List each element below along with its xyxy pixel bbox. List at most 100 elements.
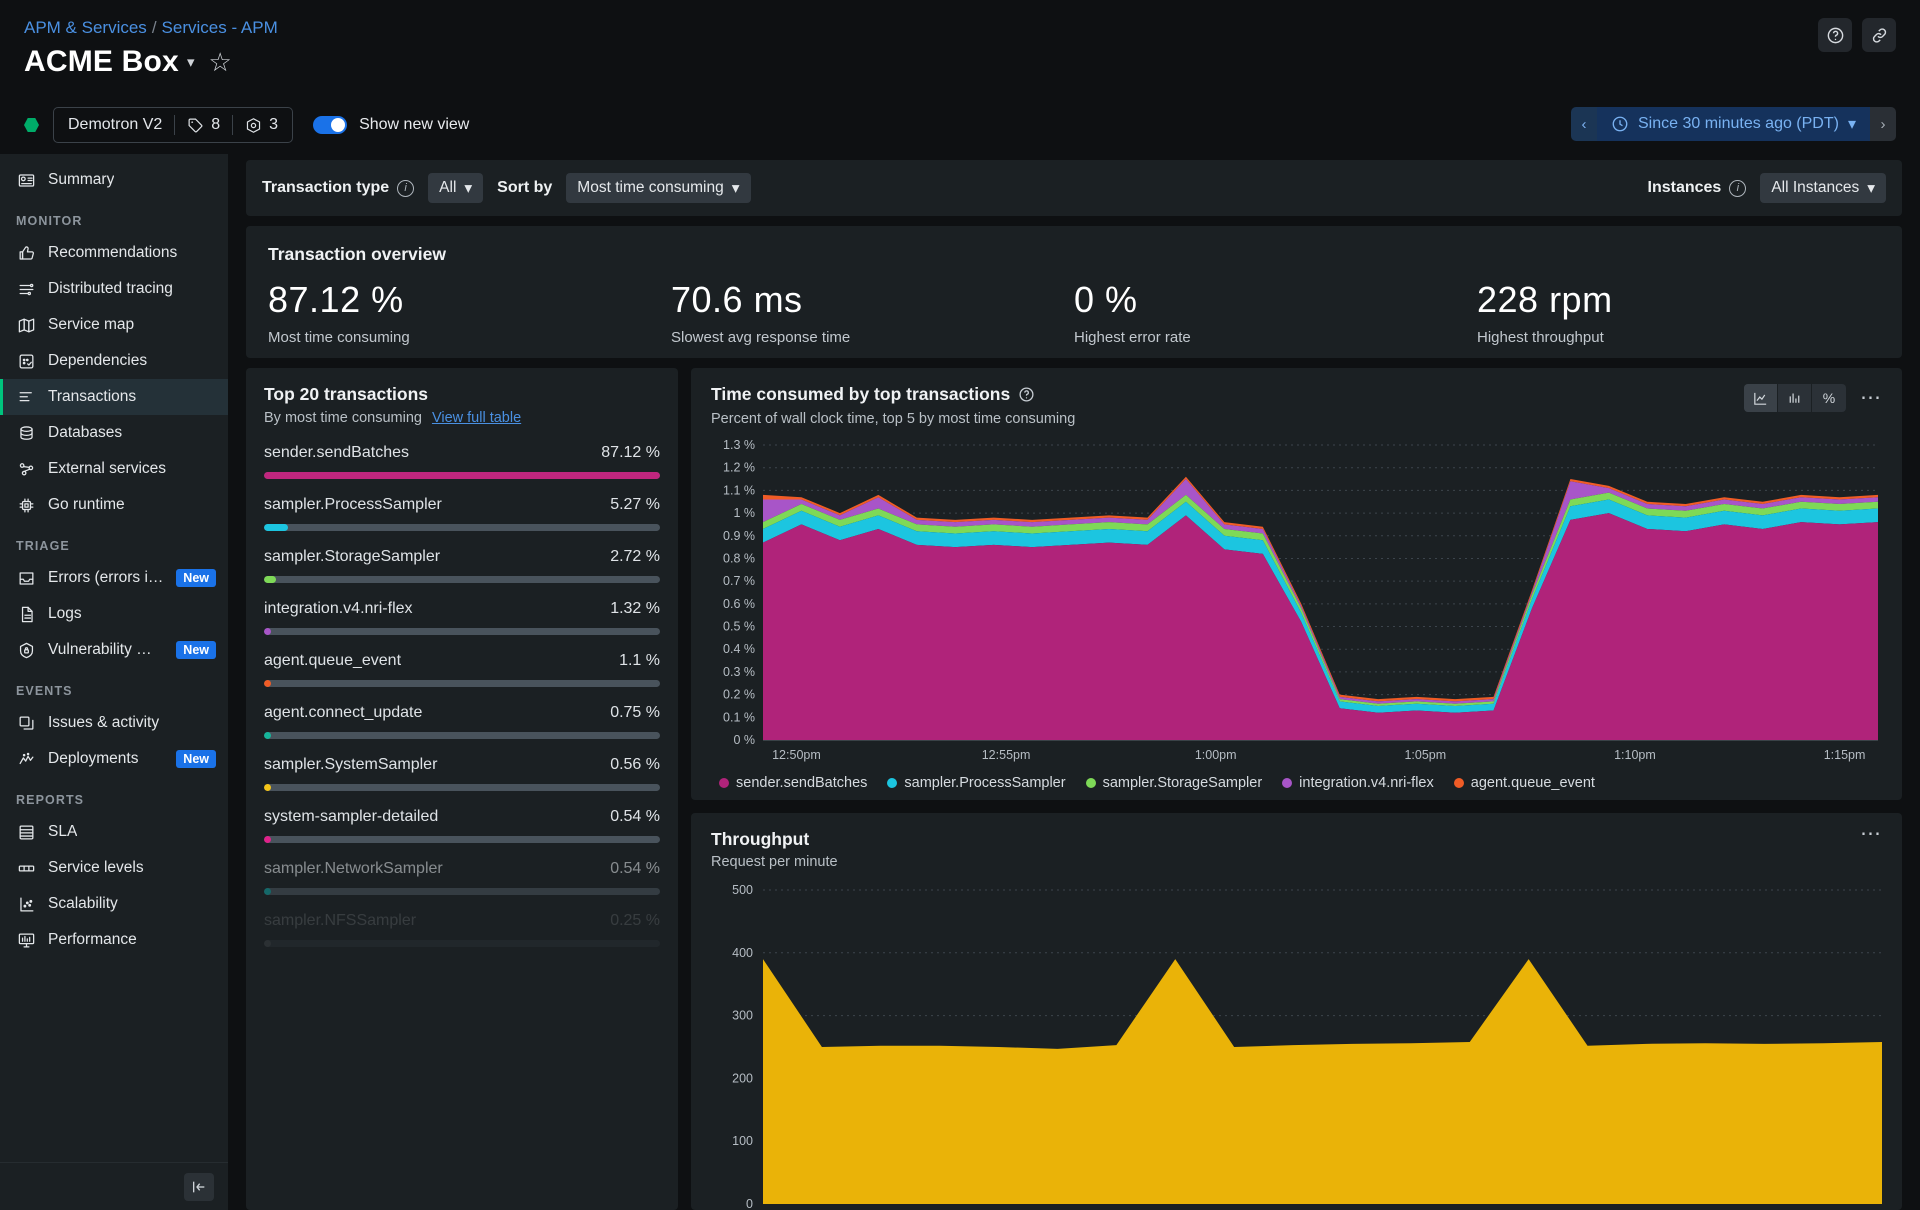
chart-view-mode-group[interactable]: % <box>1744 384 1846 412</box>
sidebar-item-service-map[interactable]: Service map <box>0 307 228 343</box>
overview-metric-label: Highest throughput <box>1477 329 1880 346</box>
instances-label: Instances i <box>1648 179 1747 197</box>
transaction-row[interactable]: agent.connect_update0.75 % <box>264 704 660 739</box>
show-new-view-toggle[interactable] <box>313 116 347 134</box>
transaction-row[interactable]: agent.queue_event1.1 % <box>264 652 660 687</box>
sidebar-item-sla[interactable]: SLA <box>0 814 228 850</box>
link-icon[interactable] <box>1862 18 1896 52</box>
transaction-type-select[interactable]: All ▾ <box>428 173 483 203</box>
overview-metric-value: 228 rpm <box>1477 279 1880 321</box>
more-options-icon[interactable]: ⋯ <box>1860 393 1882 403</box>
instances-text: Instances <box>1648 179 1722 197</box>
view-full-table-link[interactable]: View full table <box>432 410 521 426</box>
transaction-row[interactable]: sampler.NetworkSampler0.54 % <box>264 860 660 895</box>
transaction-row[interactable]: sampler.ProcessSampler5.27 % <box>264 496 660 531</box>
sidebar-item-external-services[interactable]: External services <box>0 451 228 487</box>
sidebar-item-label: Distributed tracing <box>48 280 173 298</box>
sidebar-item-service-levels[interactable]: Service levels <box>0 850 228 886</box>
info-icon[interactable]: i <box>397 180 414 197</box>
transaction-row[interactable]: integration.v4.nri-flex1.32 % <box>264 600 660 635</box>
svg-text:0.7 %: 0.7 % <box>723 574 755 588</box>
bar-chart-icon[interactable] <box>1778 384 1812 412</box>
svg-text:200: 200 <box>732 1071 753 1085</box>
help-icon[interactable] <box>1818 18 1852 52</box>
collapse-panel-icon[interactable] <box>184 1173 214 1201</box>
transaction-row[interactable]: system-sampler-detailed0.54 % <box>264 808 660 843</box>
sidebar-item-deployments[interactable]: DeploymentsNew <box>0 741 228 777</box>
sidebar-item-label: Scalability <box>48 895 118 913</box>
sidebar-item-distributed-tracing[interactable]: Distributed tracing <box>0 271 228 307</box>
transaction-row[interactable]: sampler.StorageSampler2.72 % <box>264 548 660 583</box>
sidebar-item-errors-errors-inb[interactable]: Errors (errors inb...New <box>0 560 228 596</box>
transaction-row-head: agent.connect_update0.75 % <box>264 704 660 722</box>
sidebar-item-issues-activity[interactable]: Issues & activity <box>0 705 228 741</box>
transaction-row[interactable]: sender.sendBatches87.12 % <box>264 444 660 479</box>
time-range-prev-button[interactable]: ‹ <box>1571 107 1597 141</box>
time-range-picker[interactable]: ‹ Since 30 minutes ago (PDT) ▾ › <box>1571 107 1896 141</box>
transaction-row[interactable]: sampler.NFSSampler0.25 % <box>264 912 660 947</box>
scatter-icon <box>16 894 36 914</box>
entity-pill[interactable]: Demotron V2 8 3 <box>53 107 293 143</box>
time-consumed-header: Time consumed by top transactions Percen… <box>711 384 1882 427</box>
sidebar-item-dependencies[interactable]: Dependencies <box>0 343 228 379</box>
sidebar-item-transactions[interactable]: Transactions <box>0 379 228 415</box>
breadcrumb-parent[interactable]: APM & Services <box>24 18 147 37</box>
transaction-row[interactable]: sampler.SystemSampler0.56 % <box>264 756 660 791</box>
sort-by-select[interactable]: Most time consuming ▾ <box>566 173 750 203</box>
transaction-row-head: sampler.SystemSampler0.56 % <box>264 756 660 774</box>
chevron-down-icon[interactable]: ▾ <box>187 53 195 71</box>
page-header: APM & Services/Services - APM ACME Box ▾… <box>0 0 1920 96</box>
svg-text:0.9 %: 0.9 % <box>723 529 755 543</box>
sidebar-item-label: Dependencies <box>48 352 147 370</box>
legend-item[interactable]: sampler.ProcessSampler <box>887 775 1065 791</box>
info-icon[interactable]: i <box>1729 180 1746 197</box>
legend-item[interactable]: agent.queue_event <box>1454 775 1595 791</box>
top-transactions-subtitle: By most time consuming View full table <box>264 410 660 426</box>
svg-text:0.6 %: 0.6 % <box>723 597 755 611</box>
sidebar-item-scalability[interactable]: Scalability <box>0 886 228 922</box>
sidebar: SummaryMONITORRecommendationsDistributed… <box>0 154 228 1210</box>
legend-item[interactable]: integration.v4.nri-flex <box>1282 775 1434 791</box>
sidebar-item-summary[interactable]: Summary <box>0 162 228 198</box>
transaction-row-head: sampler.NetworkSampler0.54 % <box>264 860 660 878</box>
percent-icon[interactable]: % <box>1812 384 1846 412</box>
transaction-name: agent.queue_event <box>264 652 401 670</box>
transaction-name: agent.connect_update <box>264 704 422 722</box>
transaction-value: 0.54 % <box>610 860 660 878</box>
more-options-icon[interactable]: ⋯ <box>1860 829 1882 839</box>
page-body: SummaryMONITORRecommendationsDistributed… <box>0 154 1920 1210</box>
sidebar-item-logs[interactable]: Logs <box>0 596 228 632</box>
tags-item[interactable]: 8 <box>187 116 220 134</box>
apm-transactions-page: APM & Services/Services - APM ACME Box ▾… <box>0 0 1920 1210</box>
instances-select[interactable]: All Instances ▾ <box>1760 173 1886 203</box>
time-range-next-button[interactable]: › <box>1870 107 1896 141</box>
tracing-icon <box>16 279 36 299</box>
throughput-subtitle: Request per minute <box>711 854 838 870</box>
sidebar-item-databases[interactable]: Databases <box>0 415 228 451</box>
entities-item[interactable]: 3 <box>245 116 278 134</box>
sidebar-item-label: Transactions <box>48 388 136 406</box>
transaction-value: 0.56 % <box>610 756 660 774</box>
sidebar-item-recommendations[interactable]: Recommendations <box>0 235 228 271</box>
legend-color-dot <box>1454 778 1464 788</box>
legend-item[interactable]: sampler.StorageSampler <box>1086 775 1263 791</box>
chevron-down-icon: ▾ <box>732 179 740 198</box>
sidebar-item-vulnerability-man[interactable]: Vulnerability Man...New <box>0 632 228 668</box>
throughput-tools: ⋯ <box>1860 829 1882 839</box>
question-circle-icon[interactable] <box>1018 386 1035 403</box>
star-icon[interactable]: ☆ <box>208 49 231 75</box>
show-new-view-toggle-group[interactable]: Show new view <box>313 116 469 134</box>
layers-icon <box>16 713 36 733</box>
time-range-button[interactable]: Since 30 minutes ago (PDT) ▾ <box>1597 107 1870 141</box>
sidebar-item-label: Deployments <box>48 750 138 768</box>
sidebar-section-triage: TRIAGE <box>0 523 228 560</box>
sidebar-item-performance[interactable]: Performance <box>0 922 228 958</box>
breadcrumb-current[interactable]: Services - APM <box>162 18 278 37</box>
area-chart-icon[interactable] <box>1744 384 1778 412</box>
svg-text:1 %: 1 % <box>733 506 755 520</box>
chevron-down-icon: ▾ <box>1867 179 1875 198</box>
sidebar-item-go-runtime[interactable]: Go runtime <box>0 487 228 523</box>
panels-row: Top 20 transactions By most time consumi… <box>246 368 1902 1210</box>
pill-divider-2 <box>232 115 233 135</box>
legend-item[interactable]: sender.sendBatches <box>719 775 867 791</box>
